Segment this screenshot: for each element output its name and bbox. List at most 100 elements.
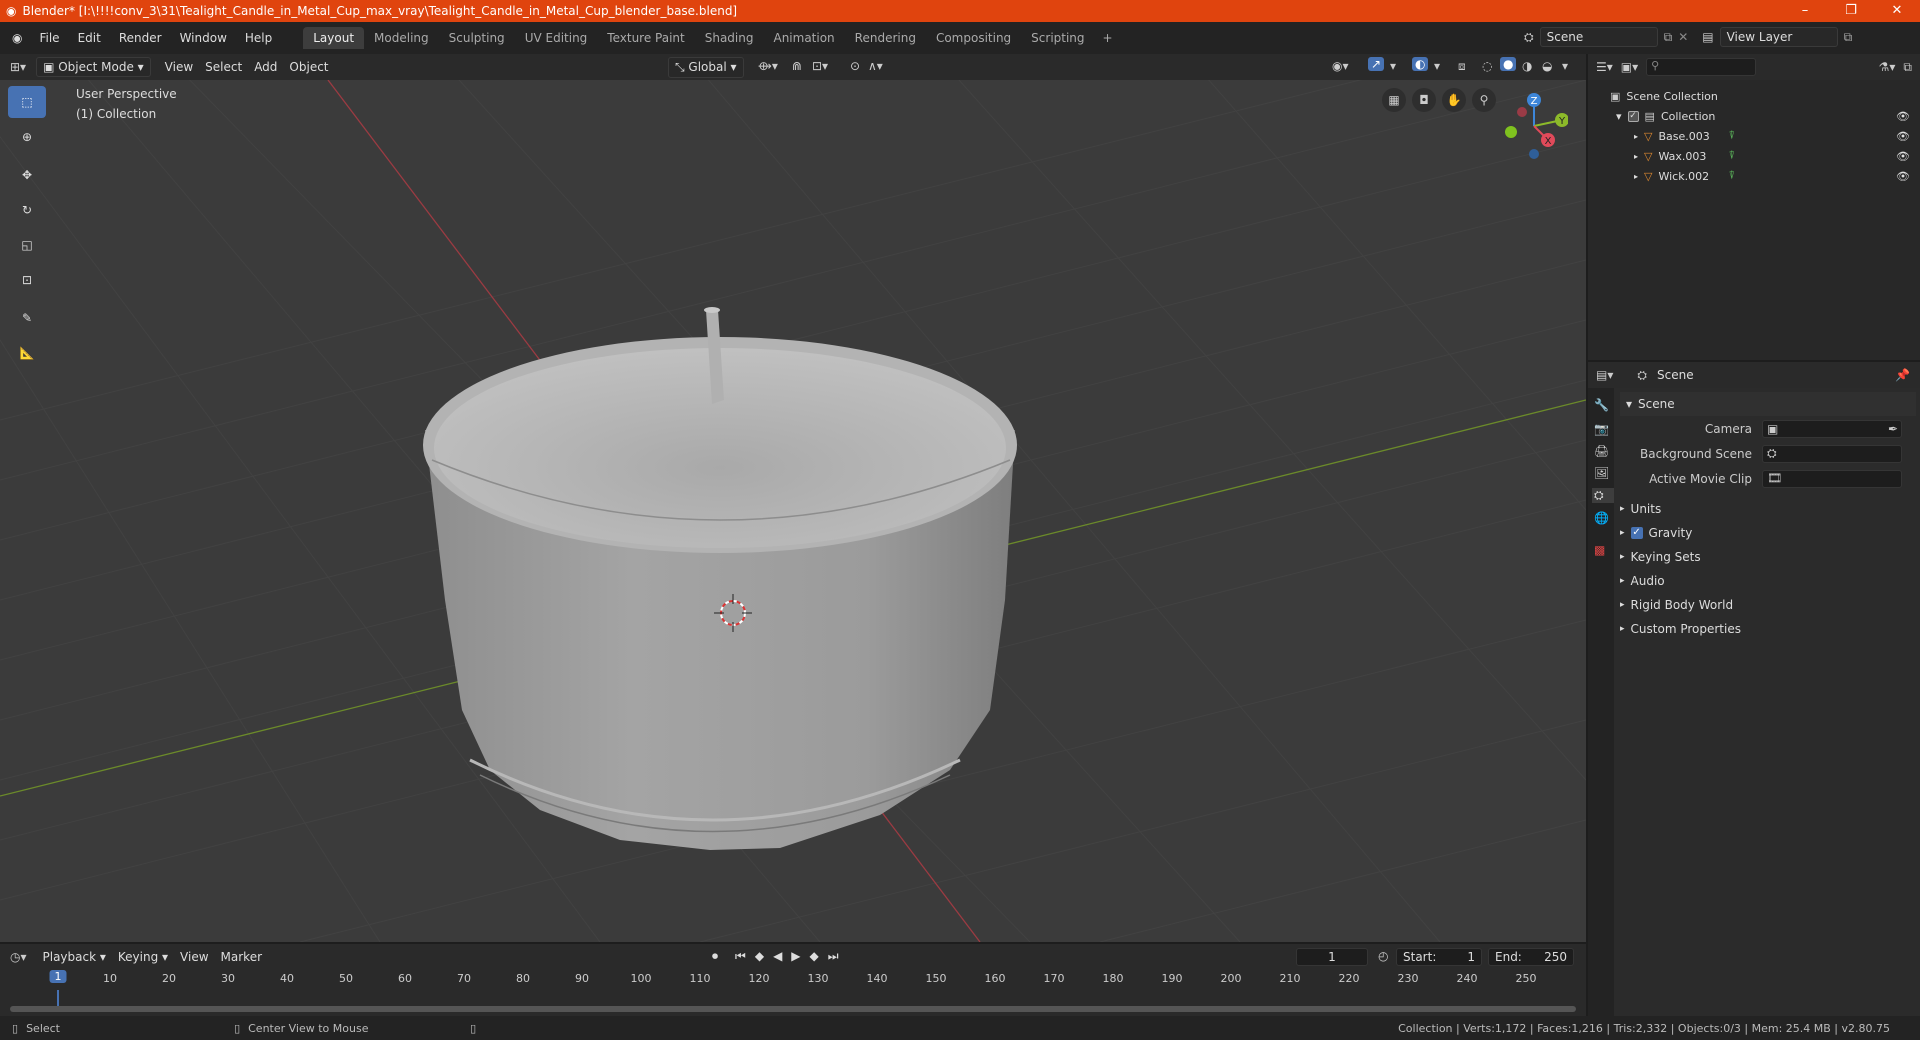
outliner-editor-icon[interactable]: ☰▾ <box>1596 60 1613 74</box>
texture-tab-icon[interactable]: ▩ <box>1594 543 1614 557</box>
cursor-tool[interactable]: ⊕ <box>8 121 46 153</box>
xray-icon[interactable]: ⧈ <box>1458 59 1466 74</box>
tab-texture-paint[interactable]: Texture Paint <box>597 27 694 49</box>
scene-icon[interactable]: ⛭ <box>1524 30 1534 45</box>
frame-marker-current[interactable]: 1 <box>49 970 67 983</box>
gizmo-toggle-icon[interactable]: ↗ <box>1368 57 1385 71</box>
menu-add[interactable]: Add <box>248 58 283 76</box>
minimize-icon[interactable]: – <box>1782 0 1828 22</box>
proportional-edit-icon[interactable]: ⊙ <box>850 59 860 73</box>
mesh-data-icon[interactable]: ⍒ <box>1728 169 1735 183</box>
active-movie-clip-field[interactable]: 🎞 <box>1762 469 1902 488</box>
rigid-body-world-panel[interactable]: ▸ Rigid Body World <box>1620 593 1916 617</box>
overlay-options-icon[interactable]: ▾ <box>1434 59 1440 73</box>
navigation-gizmo[interactable]: Z Y X <box>1488 84 1568 164</box>
menu-render[interactable]: Render <box>110 31 171 45</box>
jump-start-icon[interactable]: ⏮ <box>735 949 746 964</box>
visibility-eye-icon[interactable]: 👁 <box>1896 130 1910 143</box>
new-collection-icon[interactable]: ⧉ <box>1903 60 1912 75</box>
scene-selector[interactable]: Scene <box>1539 27 1658 47</box>
rotate-tool[interactable]: ↻ <box>8 194 46 226</box>
snap-icon[interactable]: ⋒ <box>792 59 802 73</box>
snap-target-icon[interactable]: ⊡▾ <box>812 59 828 73</box>
copy-view-layer-icon[interactable]: ⧉ <box>1844 30 1853 45</box>
annotate-tool[interactable]: ✎ <box>8 302 46 334</box>
rendered-shading-icon[interactable]: ◒ <box>1542 59 1552 73</box>
tab-sculpting[interactable]: Sculpting <box>439 27 515 49</box>
gravity-panel[interactable]: ▸ ✓ Gravity <box>1620 521 1916 545</box>
world-tab-icon[interactable]: 🌐 <box>1594 511 1614 525</box>
expand-arrow-icon[interactable]: ▸ <box>1634 172 1638 181</box>
gizmo-options-icon[interactable]: ▾ <box>1390 59 1396 73</box>
outliner-collection[interactable]: ▾ ✓ ▤ Collection 👁 <box>1588 106 1920 126</box>
editor-type-icon[interactable]: ⊞▾ <box>0 60 36 74</box>
expand-arrow-icon[interactable]: ▸ <box>1634 132 1638 141</box>
falloff-icon[interactable]: ∧▾ <box>868 59 883 73</box>
next-keyframe-icon[interactable]: ◆ <box>810 949 819 964</box>
copy-scene-icon[interactable]: ⧉ <box>1664 30 1673 45</box>
background-scene-field[interactable]: ⛭ <box>1762 444 1902 463</box>
pan-view-icon[interactable]: ✋ <box>1442 88 1466 112</box>
grid-view-icon[interactable]: ▦ <box>1382 88 1406 112</box>
candle-model[interactable] <box>423 307 1017 850</box>
camera-field[interactable]: ▣ ✒ <box>1762 419 1902 438</box>
transform-tool[interactable]: ⊡ <box>8 264 46 296</box>
maximize-icon[interactable]: ❐ <box>1828 0 1874 22</box>
tab-layout[interactable]: Layout <box>303 27 365 49</box>
tab-scripting[interactable]: Scripting <box>1021 27 1094 49</box>
collection-checkbox[interactable]: ✓ <box>1627 110 1639 122</box>
view-layer-icon[interactable]: ▤ <box>1702 30 1713 44</box>
menu-window[interactable]: Window <box>171 31 236 45</box>
custom-properties-panel[interactable]: ▸ Custom Properties <box>1620 617 1916 641</box>
visibility-eye-icon[interactable]: 👁 <box>1896 150 1910 163</box>
tab-shading[interactable]: Shading <box>695 27 764 49</box>
output-tab-icon[interactable]: 🖨 <box>1594 444 1614 458</box>
tab-modeling[interactable]: Modeling <box>364 27 439 49</box>
scene-panel-header[interactable]: ▾ Scene <box>1620 392 1916 416</box>
filter-icon[interactable]: ⚗▾ <box>1879 60 1896 74</box>
tab-uv-editing[interactable]: UV Editing <box>515 27 598 49</box>
measure-tool[interactable]: 📐 <box>8 337 46 369</box>
pin-icon[interactable]: 📌 <box>1895 368 1910 382</box>
outliner-scene-collection[interactable]: ▣ Scene Collection <box>1588 86 1920 106</box>
eyedropper-icon[interactable]: ✒ <box>1888 422 1901 436</box>
scale-tool[interactable]: ◱ <box>8 229 46 261</box>
outliner-object-wick[interactable]: ▸ ▽ Wick.002 ⍒ 👁 <box>1588 166 1920 186</box>
mesh-data-icon[interactable]: ⍒ <box>1728 149 1735 163</box>
play-icon[interactable]: ▶ <box>791 949 800 964</box>
tab-compositing[interactable]: Compositing <box>926 27 1021 49</box>
preview-range-icon[interactable]: ◴ <box>1378 949 1388 963</box>
view-layer-selector[interactable]: View Layer <box>1719 27 1838 47</box>
menu-select[interactable]: Select <box>199 58 248 76</box>
display-mode-icon[interactable]: ▣▾ <box>1621 60 1638 74</box>
shading-options-icon[interactable]: ▾ <box>1562 59 1568 73</box>
tab-animation[interactable]: Animation <box>763 27 844 49</box>
gravity-checkbox[interactable]: ✓ <box>1630 527 1643 539</box>
add-workspace-icon[interactable]: + <box>1095 31 1121 45</box>
wireframe-shading-icon[interactable]: ◌ <box>1482 59 1492 73</box>
tab-rendering[interactable]: Rendering <box>845 27 926 49</box>
expand-arrow-icon[interactable]: ▾ <box>1616 110 1622 123</box>
blender-menu-icon[interactable]: ◉ <box>0 31 30 45</box>
properties-editor-icon[interactable]: ▤▾ <box>1596 368 1613 382</box>
expand-arrow-icon[interactable]: ▸ <box>1634 152 1638 161</box>
timeline-scrollbar[interactable] <box>10 1006 1576 1012</box>
close-icon[interactable]: ✕ <box>1874 0 1920 22</box>
select-box-tool[interactable]: ⬚ <box>8 86 46 118</box>
visibility-eye-icon[interactable]: 👁 <box>1896 110 1910 123</box>
menu-object[interactable]: Object <box>283 58 334 76</box>
visibility-icon[interactable]: ◉▾ <box>1332 59 1349 73</box>
render-tab-icon[interactable]: 📷 <box>1594 422 1614 436</box>
keying-sets-panel[interactable]: ▸ Keying Sets <box>1620 545 1916 569</box>
prev-keyframe-icon[interactable]: ◆ <box>755 949 764 964</box>
menu-file[interactable]: File <box>30 31 68 45</box>
outliner-object-base[interactable]: ▸ ▽ Base.003 ⍒ 👁 <box>1588 126 1920 146</box>
outliner-search-field[interactable]: ⚲ <box>1646 58 1757 76</box>
visibility-eye-icon[interactable]: 👁 <box>1896 170 1910 183</box>
move-tool[interactable]: ✥ <box>8 159 46 191</box>
jump-end-icon[interactable]: ⏭ <box>828 949 839 964</box>
menu-help[interactable]: Help <box>236 31 281 45</box>
mode-dropdown[interactable]: ▣ Object Mode ▾ <box>36 57 151 77</box>
material-shading-icon[interactable]: ◑ <box>1522 59 1532 73</box>
menu-view[interactable]: View <box>159 58 199 76</box>
